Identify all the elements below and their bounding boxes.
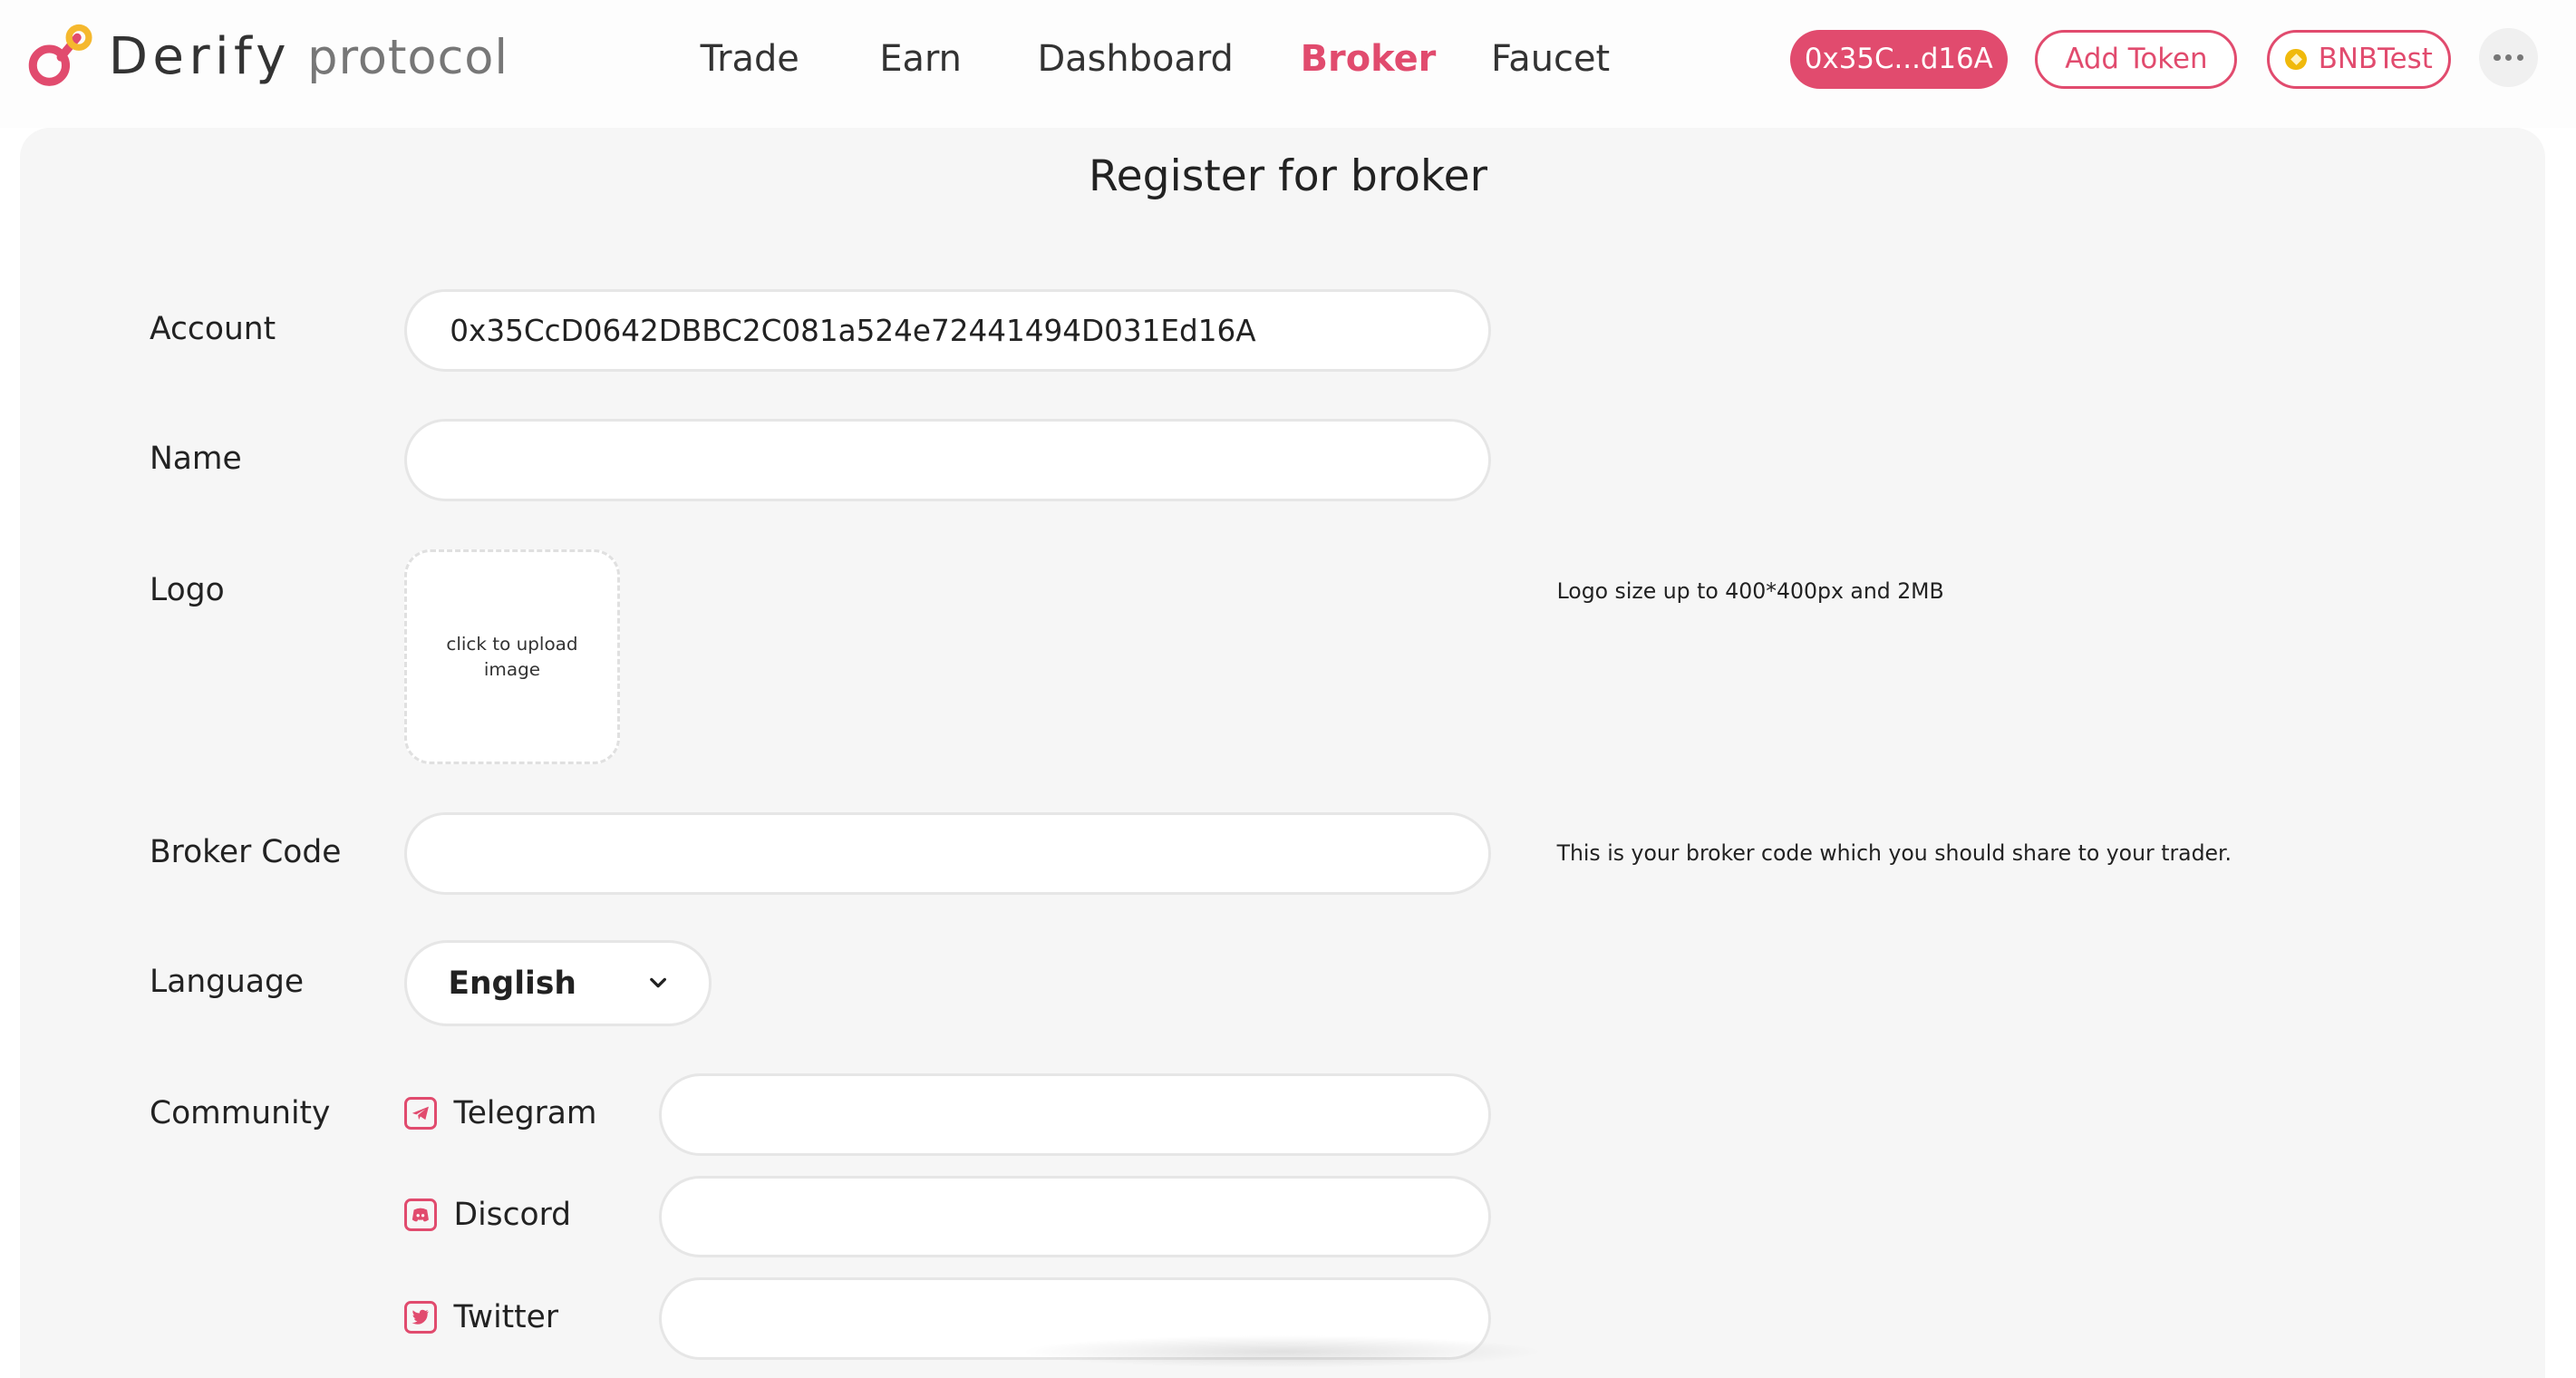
discord-label: Discord [404,1197,571,1233]
add-token-button[interactable]: Add Token [2035,29,2238,89]
derify-logo-icon [28,24,92,87]
brand-subtitle: protocol [307,30,508,86]
brand-name: Derify [108,27,292,87]
twitter-label: Twitter [404,1299,558,1335]
chevron-down-icon [650,977,666,988]
telegram-icon [404,1096,438,1131]
broker-code-hint: This is your broker code which you shoul… [1556,839,2232,866]
upload-hint-text: click to upload image [446,633,578,680]
language-select[interactable]: English [404,940,712,1026]
name-label: Name [150,441,242,478]
page-title: Register for broker [1089,150,1488,201]
wallet-address-button[interactable]: 0x35C...d16A [1790,29,2008,89]
bnb-icon [2285,48,2308,71]
account-label: Account [150,310,276,347]
account-input[interactable] [404,289,1491,372]
broker-code-input[interactable] [404,811,1491,895]
language-value: English [448,965,576,1002]
scroll-shadow [1019,1334,1545,1368]
broker-code-label: Broker Code [150,833,342,870]
language-label: Language [150,963,305,1000]
nav-broker[interactable]: Broker [1301,33,1437,85]
logo-upload-box[interactable]: click to upload image [404,548,620,765]
derify-logo[interactable]: Derify protocol [26,23,508,92]
network-button[interactable]: BNBTest [2267,29,2452,89]
name-input[interactable] [404,419,1491,502]
telegram-input[interactable] [659,1073,1491,1157]
logo-label: Logo [150,572,225,609]
ellipsis-icon [2494,53,2501,62]
network-label: BNBTest [2318,43,2433,76]
top-header: Derify protocol Trade Earn Dashboard Bro… [0,0,2576,129]
nav-dashboard[interactable]: Dashboard [1037,33,1233,85]
more-menu-button[interactable] [2479,27,2539,88]
nav-earn[interactable]: Earn [879,33,962,85]
discord-input[interactable] [659,1175,1491,1258]
twitter-icon [404,1300,438,1334]
discord-icon [404,1198,438,1232]
telegram-label: Telegram [404,1095,596,1131]
nav-trade[interactable]: Trade [701,33,799,85]
logo-size-hint: Logo size up to 400*400px and 2MB [1556,578,1944,605]
community-label: Community [150,1094,331,1131]
nav-faucet[interactable]: Faucet [1491,33,1610,85]
